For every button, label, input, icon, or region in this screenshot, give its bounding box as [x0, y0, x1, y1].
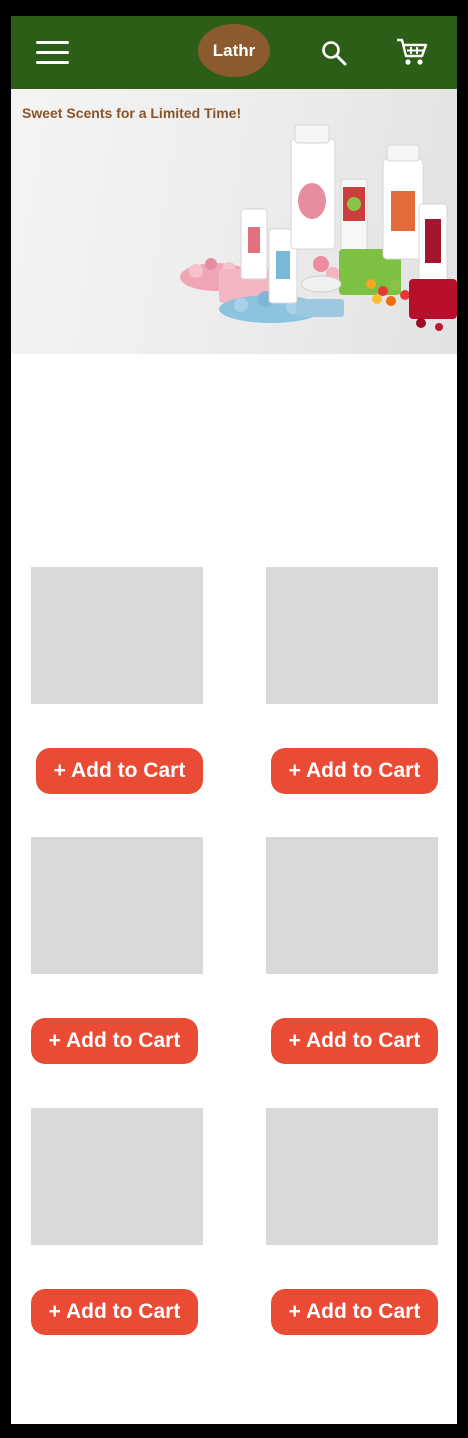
add-to-cart-button[interactable]: + Add to Cart [31, 1018, 198, 1064]
product-image-placeholder[interactable] [31, 567, 203, 704]
product-image-placeholder[interactable] [266, 567, 438, 704]
add-to-cart-button[interactable]: + Add to Cart [31, 1289, 198, 1335]
shopping-cart-icon[interactable] [396, 37, 428, 67]
product-image-placeholder[interactable] [266, 1108, 438, 1245]
add-to-cart-button[interactable]: + Add to Cart [271, 748, 438, 794]
product-image-placeholder[interactable] [31, 1108, 203, 1245]
add-to-cart-button[interactable]: + Add to Cart [271, 1289, 438, 1335]
add-to-cart-button[interactable]: + Add to Cart [271, 1018, 438, 1064]
brand-name: Lathr [212, 40, 256, 60]
hamburger-menu-icon[interactable] [36, 40, 69, 66]
product-image-placeholder[interactable] [31, 837, 203, 974]
promo-banner[interactable]: Sweet Scents for a Limited Time! [11, 89, 457, 354]
top-navigation-bar: Lathr [11, 16, 457, 89]
product-image-placeholder[interactable] [266, 837, 438, 974]
add-to-cart-button[interactable]: + Add to Cart [36, 748, 203, 794]
search-icon[interactable] [320, 39, 348, 67]
product-lineup-image [180, 124, 457, 331]
app-screen: Lathr Sweet Scents for a Limited Time! +… [11, 16, 457, 1424]
brand-logo[interactable]: Lathr [198, 24, 270, 77]
